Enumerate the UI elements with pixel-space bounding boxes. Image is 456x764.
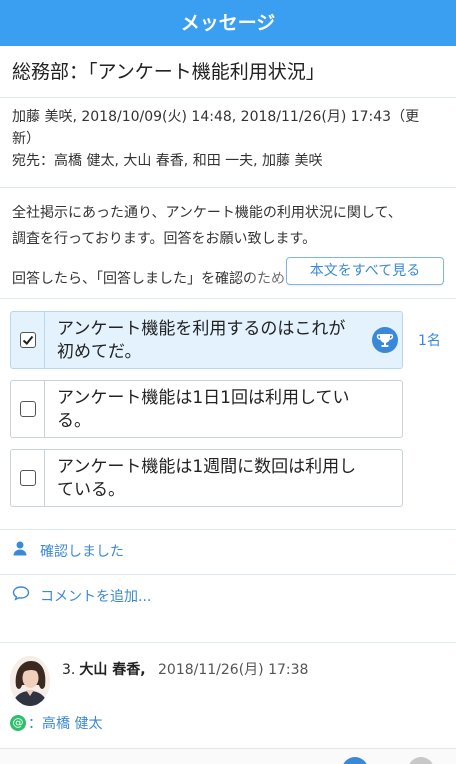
message-subject: 総務部：「アンケート機能利用状況」 bbox=[0, 46, 456, 98]
person-icon bbox=[12, 530, 30, 574]
add-comment-action[interactable]: コメントを追加... bbox=[0, 574, 456, 618]
secondary-fab-button[interactable] bbox=[408, 757, 434, 764]
bottom-toolbar bbox=[0, 748, 456, 764]
show-full-body-button[interactable]: 本文をすべて見る bbox=[286, 257, 444, 285]
checkbox-unchecked-icon[interactable] bbox=[20, 401, 36, 417]
comment-bubble-icon bbox=[12, 575, 30, 619]
header-title: メッセージ bbox=[180, 12, 276, 34]
comment-mention: @ ：高橋 健太 bbox=[10, 713, 102, 733]
add-comment-label[interactable]: コメントを追加... bbox=[40, 589, 151, 605]
message-meta: 加藤 美咲, 2018/10/09(火) 14:48, 2018/11/26(月… bbox=[0, 98, 456, 188]
option-label: アンケート機能は1日1回は利用している。 bbox=[57, 388, 350, 431]
trophy-icon bbox=[372, 327, 398, 353]
survey-option-1[interactable]: アンケート機能を利用するのはこれが初めてだ。 bbox=[10, 311, 403, 369]
avatar[interactable] bbox=[10, 656, 50, 706]
checkbox-checked-icon[interactable] bbox=[20, 332, 36, 348]
option-checkbox-cell[interactable] bbox=[11, 450, 45, 506]
recipients: 宛先：高橋 健太, 大山 春香, 和田 一夫, 加藤 美咲 bbox=[12, 153, 323, 169]
comment-author-name[interactable]: 大山 春香, bbox=[79, 662, 145, 678]
sender-and-dates: 加藤 美咲, 2018/10/09(火) 14:48, 2018/11/26(月… bbox=[12, 109, 420, 125]
comment-number: 3. bbox=[62, 662, 76, 678]
comment-author: 3. 大山 春香, bbox=[62, 659, 152, 679]
confirmed-action[interactable]: 確認しました bbox=[0, 529, 456, 573]
confirmed-label[interactable]: 確認しました bbox=[40, 544, 124, 560]
option-checkbox-cell[interactable] bbox=[11, 312, 45, 368]
app-header: メッセージ bbox=[0, 0, 456, 46]
option-checkbox-cell[interactable] bbox=[11, 381, 45, 437]
body-line: 調査を行っております。回答をお願い致します。 bbox=[12, 231, 317, 247]
checkbox-unchecked-icon[interactable] bbox=[20, 470, 36, 486]
option-label: アンケート機能は1週間に数回は利用している。 bbox=[57, 457, 357, 500]
body-line: 全社掲示にあった通り、アンケート機能の利用状況に関して、 bbox=[12, 205, 402, 221]
mention-target[interactable]: ：高橋 健太 bbox=[28, 716, 102, 732]
divider bbox=[0, 298, 456, 299]
primary-fab-button[interactable] bbox=[342, 757, 368, 764]
comment-timestamp: 2018/11/26(月) 17:38 bbox=[158, 662, 309, 678]
survey-option-3[interactable]: アンケート機能は1週間に数回は利用している。 bbox=[10, 449, 403, 507]
survey-option-2[interactable]: アンケート機能は1日1回は利用している。 bbox=[10, 380, 403, 438]
at-mention-icon: @ bbox=[10, 715, 26, 731]
comment-item: 3. 大山 春香, 2018/11/26(月) 17:38 @ ：高橋 健太 bbox=[0, 643, 456, 743]
option-label: アンケート機能を利用するのはこれが初めてだ。 bbox=[57, 319, 346, 362]
sender-and-dates-cont: 新） bbox=[12, 131, 40, 147]
vote-count[interactable]: 1名 bbox=[418, 330, 441, 350]
